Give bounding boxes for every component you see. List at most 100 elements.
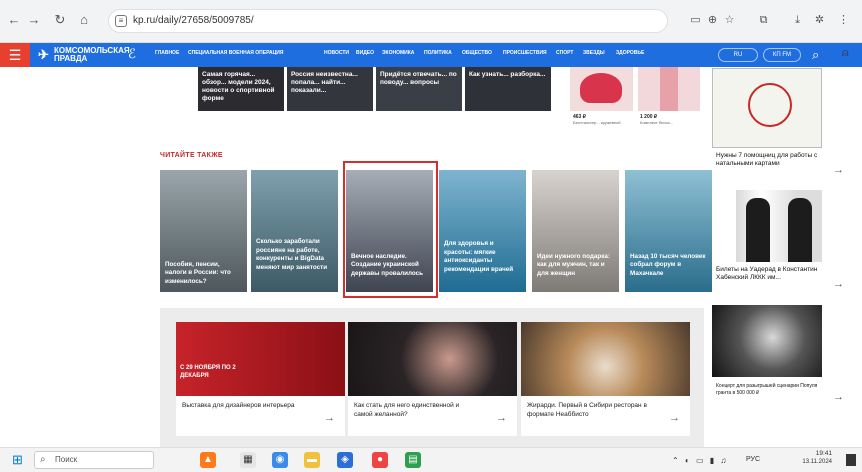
product-image[interactable]: [638, 67, 700, 111]
concert-image: [736, 190, 822, 262]
file-explorer-icon[interactable]: ▬: [304, 452, 320, 468]
nav-item-stars[interactable]: ЗВЕЗДЫ: [583, 50, 605, 56]
promo-card[interactable]: Как стать для него единственной и самой …: [348, 322, 517, 436]
sidebar-card[interactable]: Билеты на Уадерад в Константин Хабенский…: [712, 190, 850, 298]
related-article-tile[interactable]: Пособия, пенсии, налоги в России: что из…: [160, 170, 247, 292]
radio-button[interactable]: КП FM: [763, 48, 801, 62]
nav-item-sport[interactable]: СПОРТ: [556, 50, 573, 56]
hamburger-menu-icon[interactable]: ☰: [0, 43, 30, 67]
top-strip-text: Придётся отвечать... по поводу... вопрос…: [380, 71, 457, 86]
download-icon[interactable]: ⤓: [790, 13, 805, 28]
top-strip-card-3[interactable]: Придётся отвечать... по поводу... вопрос…: [376, 67, 462, 111]
tile-title: Пособия, пенсии, налоги в России: что из…: [165, 260, 231, 285]
url-text: kp.ru/daily/27658/5009785/: [133, 15, 254, 26]
address-bar[interactable]: ≡ kp.ru/daily/27658/5009785/: [108, 9, 668, 33]
menu-icon[interactable]: ⋮: [836, 13, 851, 28]
nav-item-incidents[interactable]: ПРОИСШЕСТВИЯ: [503, 50, 547, 56]
reload-icon[interactable]: ↻: [52, 12, 68, 28]
related-article-tile[interactable]: Идеи нужного подарка: как для мужчин, та…: [532, 170, 619, 292]
product-desc: Бюстгальтер... кружевной: [573, 120, 621, 125]
sidebar-title: Нужны 7 помощниц для работы с натальными…: [716, 152, 818, 167]
taskbar-search[interactable]: ⌕ Поиск: [34, 451, 154, 469]
forward-icon[interactable]: →: [26, 12, 42, 28]
nav-item-politics[interactable]: ПОЛИТИКА: [424, 50, 452, 56]
app-icon[interactable]: ▲: [200, 452, 216, 468]
promo-title: Выставка для дизайнеров интерьера: [182, 402, 295, 409]
browser-icon[interactable]: ◈: [337, 452, 353, 468]
nav-item-news[interactable]: НОВОСТИ: [324, 50, 349, 56]
promo-banner-text: С 29 НОЯБРЯ ПО 2 ДЕКАБРЯ: [180, 365, 236, 379]
sidebar-title: Концерт для разыгрышей сценарии Популя г…: [716, 383, 818, 396]
notification-icon[interactable]: [846, 454, 856, 466]
site-logo[interactable]: ✈ КОМСОМОЛЬСКАЯ ПРАВДА: [38, 47, 138, 63]
tile-title: Для здоровья и красоты: мягкие антиоксид…: [444, 240, 514, 273]
tile-title: Идеи нужного подарка: как для мужчин, та…: [537, 252, 610, 277]
portrait-image: [712, 305, 822, 377]
tray-icons[interactable]: ⌃ ◐ ▭ ▮ ♫: [672, 456, 728, 465]
related-article-tile[interactable]: Сколько заработали россияне на работе, к…: [251, 170, 338, 292]
top-strip-card-1[interactable]: Самая горячая... обзор... модели 2024, н…: [198, 67, 284, 111]
search-icon[interactable]: ⌕: [812, 47, 819, 63]
arrow-right-icon[interactable]: →: [833, 278, 844, 290]
promo-title: Как стать для него единственной и самой …: [354, 402, 460, 418]
search-icon: ⌕: [40, 454, 46, 465]
promo-card[interactable]: Жирарди. Первый в Сибири ресторан в форм…: [521, 322, 690, 436]
natal-chart-image: [712, 68, 822, 148]
home-icon[interactable]: ⌂: [76, 12, 92, 28]
logo-line-2: ПРАВДА: [54, 54, 88, 63]
chrome-icon[interactable]: ◉: [272, 452, 288, 468]
search-placeholder: Поиск: [55, 455, 78, 464]
highlight-frame: [343, 161, 438, 298]
task-view-icon[interactable]: ▦: [240, 452, 256, 468]
back-icon[interactable]: ←: [6, 12, 22, 28]
clock-time[interactable]: 19:41: [792, 450, 832, 457]
top-strip-text: Как узнать... разборка...: [469, 71, 546, 78]
product-image[interactable]: [570, 67, 633, 111]
promo-card[interactable]: С 29 НОЯБРЯ ПО 2 ДЕКАБРЯ Выставка для ди…: [176, 322, 345, 436]
zoom-icon[interactable]: ⊕: [705, 13, 720, 28]
extensions-icon[interactable]: ⧉: [756, 13, 771, 28]
nav-item-svo[interactable]: СПЕЦИАЛЬНАЯ ВОЕННАЯ ОПЕРАЦИЯ: [188, 50, 283, 56]
user-icon[interactable]: ⍝: [842, 47, 849, 60]
nav-item-health[interactable]: ЗДОРОВЬЕ: [616, 50, 644, 56]
arrow-right-icon[interactable]: →: [833, 164, 844, 176]
top-strip-card-2[interactable]: Россия неизвестна... попала... найти... …: [287, 67, 373, 111]
spreadsheet-icon[interactable]: ▤: [405, 452, 421, 468]
arrow-right-icon[interactable]: →: [833, 391, 844, 403]
logo-ornament-icon: ℰ: [128, 46, 136, 61]
related-article-tile[interactable]: Для здоровья и красоты: мягкие антиоксид…: [439, 170, 526, 292]
star-icon[interactable]: ☆: [722, 13, 737, 28]
nav-item-economy[interactable]: ЭКОНОМИКА: [382, 50, 414, 56]
top-strip-text: Россия неизвестна... попала... найти... …: [291, 71, 358, 94]
nav-item-main[interactable]: ГЛАВНОЕ: [155, 50, 179, 56]
product-desc: Комплект белья...: [640, 120, 674, 125]
arrow-right-icon[interactable]: →: [496, 412, 507, 424]
region-selector[interactable]: RU: [718, 48, 758, 62]
arrow-right-icon[interactable]: →: [324, 412, 335, 424]
cast-icon[interactable]: ▭: [688, 13, 703, 28]
browser-toolbar: ← → ↻ ⌂ ≡ kp.ru/daily/27658/5009785/ ▭ ⊕…: [0, 0, 862, 43]
tile-title: Назад 10 тысяч человек собрал форум в Ма…: [630, 252, 706, 277]
arrow-right-icon[interactable]: →: [669, 412, 680, 424]
sidebar-card[interactable]: Концерт для разыгрышей сценарии Популя г…: [712, 305, 850, 415]
promo-image: [348, 322, 517, 396]
app-icon[interactable]: ●: [372, 452, 388, 468]
promo-image: [521, 322, 690, 396]
top-strip-text: Самая горячая... обзор... модели 2024, н…: [202, 71, 275, 102]
top-strip-card-4[interactable]: Как узнать... разборка...: [465, 67, 551, 111]
keyboard-lang[interactable]: РУС: [746, 456, 760, 463]
related-article-tile[interactable]: Назад 10 тысяч человек собрал форум в Ма…: [625, 170, 712, 292]
plane-icon: ✈: [38, 47, 49, 62]
clock-date[interactable]: 13.11.2024: [785, 459, 832, 465]
sidebar-card[interactable]: Нужны 7 помощниц для работы с натальными…: [712, 68, 850, 178]
sidebar-title: Билеты на Уадерад в Константин Хабенский…: [716, 266, 818, 281]
section-title: ЧИТАЙТЕ ТАКЖЕ: [160, 152, 223, 159]
tune-icon[interactable]: ≡: [115, 15, 127, 27]
promo-image: С 29 НОЯБРЯ ПО 2 ДЕКАБРЯ: [176, 322, 345, 396]
nav-item-society[interactable]: ОБЩЕСТВО: [462, 50, 492, 56]
tile-title: Сколько заработали россияне на работе, к…: [256, 238, 328, 271]
nav-item-video[interactable]: ВИДЕО: [356, 50, 374, 56]
extensions-puzzle-icon[interactable]: ✲: [812, 13, 827, 28]
promo-title: Жирарди. Первый в Сибири ресторан в форм…: [527, 402, 647, 418]
windows-start-icon[interactable]: ⊞: [12, 453, 26, 467]
